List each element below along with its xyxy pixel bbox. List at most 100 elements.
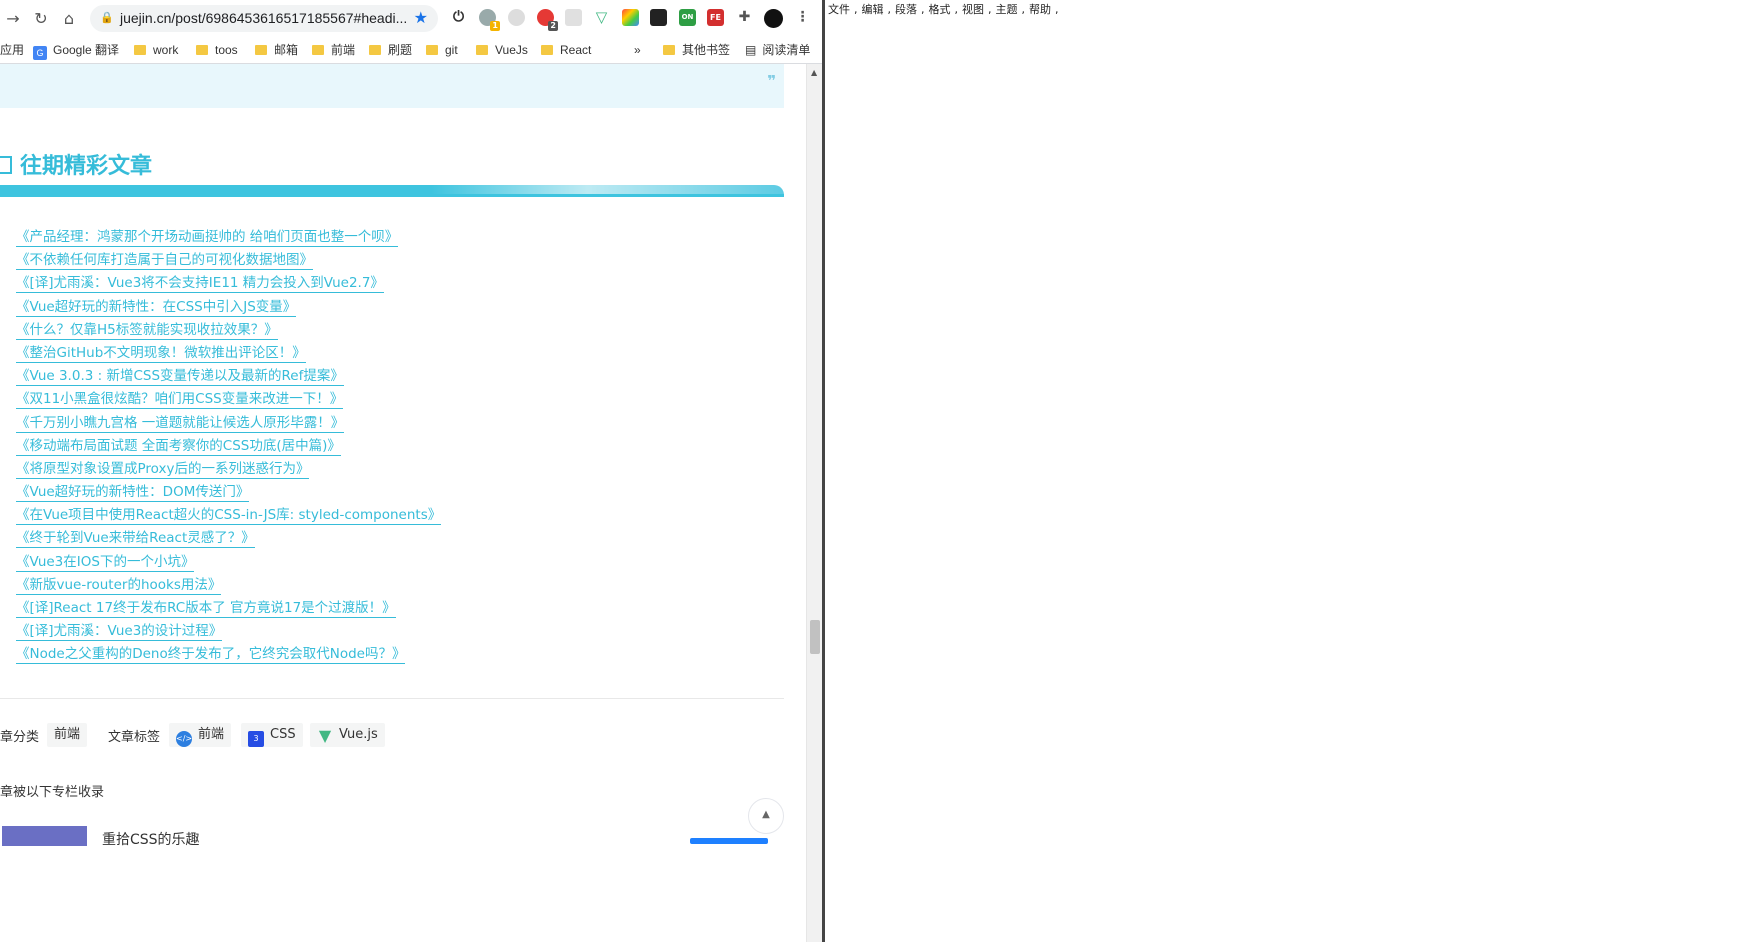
list-item: 《[译]尤雨溪：Vue3的设计过程》 — [16, 621, 441, 644]
article-link[interactable]: 《Vue3在IOS下的一个小坑》 — [16, 553, 195, 572]
folder-icon — [134, 45, 146, 55]
bookmarks-more-button[interactable]: » — [634, 41, 641, 59]
article-link[interactable]: 《在Vue项目中使用React超火的CSS-in-JS库: styled-com… — [16, 507, 442, 526]
back-to-top-button[interactable]: ▲ — [748, 798, 784, 834]
bookmark-work[interactable]: work — [134, 41, 178, 59]
article-link[interactable]: 《[译]尤雨溪：Vue3的设计过程》 — [16, 623, 223, 642]
extension-3-icon[interactable]: 2 — [537, 9, 558, 31]
color-picker-icon[interactable] — [622, 9, 639, 26]
column-cover-image[interactable] — [2, 826, 87, 846]
list-item: 《Vue3在IOS下的一个小坑》 — [16, 552, 441, 575]
menu-item[interactable]: 主题 — [996, 3, 1018, 16]
article-link[interactable]: 《Vue 3.0.3 : 新增CSS变量传递以及最新的Ref提案》 — [16, 368, 344, 387]
google-translate-icon: G — [33, 46, 47, 60]
vue-devtools-icon[interactable]: ▽ — [593, 9, 610, 26]
menu-item[interactable]: 编辑 — [862, 3, 884, 16]
article-link[interactable]: 《双11小黑盒很炫酷？咱们用CSS变量来改进一下！》 — [16, 391, 344, 410]
menu-separator: , — [1021, 3, 1026, 16]
article-link-list: 《产品经理：鸿蒙那个开场动画挺帅的 给咱们页面也整一个呗》 《不依赖任何库打造属于… — [16, 227, 442, 668]
list-item: 《移动端布局面试题 全面考察你的CSS功底(居中篇)》 — [16, 436, 441, 459]
list-item: 《[译]React 17终于发布RC版本了 官方竟说17是个过渡版！》 — [16, 598, 441, 621]
menu-item[interactable]: 文件 — [828, 3, 850, 16]
tags-label: 文章标签 — [108, 730, 161, 745]
browser-toolbar: → ↻ ⌂ 🔒 juejin.cn/post/69864536165171855… — [0, 0, 822, 37]
menu-item[interactable]: 格式 — [929, 3, 951, 16]
folder-icon — [541, 45, 553, 55]
puzzle-icon[interactable]: ✚ — [736, 9, 753, 26]
article-link[interactable]: 《Node之父重构的Deno终于发布了，它终究会取代Node吗？》 — [16, 646, 406, 665]
article-link[interactable]: 《千万别小瞧九宫格 一道题就能让候选人原形毕露！》 — [16, 414, 345, 433]
heading-underline — [0, 185, 784, 197]
forward-icon[interactable]: → — [2, 8, 24, 30]
menu-item[interactable]: 视图 — [962, 3, 984, 16]
bookmark-mail[interactable]: 邮箱 — [255, 41, 298, 59]
article-link[interactable]: 《Vue超好玩的新特性：DOM传送门》 — [16, 484, 250, 503]
article-link[interactable]: 《终于轮到Vue来带给React灵感了？》 — [16, 530, 255, 549]
on-icon[interactable]: ON — [679, 9, 696, 26]
category-tag[interactable]: 前端 — [47, 723, 88, 747]
folder-icon — [426, 45, 438, 55]
article-link[interactable]: 《新版vue-router的hooks用法》 — [16, 576, 222, 595]
tag-frontend[interactable]: </> 前端 — [169, 723, 232, 747]
article-link[interactable]: 《产品经理：鸿蒙那个开场动画挺帅的 给咱们页面也整一个呗》 — [16, 229, 399, 247]
scroll-up-icon[interactable]: ▲ — [811, 68, 817, 77]
home-icon[interactable]: ⌂ — [58, 8, 80, 30]
ghost-icon[interactable] — [650, 9, 667, 26]
menu-separator: , — [1055, 3, 1059, 16]
list-item: 《Vue超好玩的新特性：DOM传送门》 — [16, 482, 441, 505]
scrollbar-thumb[interactable] — [810, 620, 820, 654]
list-item: 《Vue超好玩的新特性：在CSS中引入JS变量》 — [16, 297, 441, 320]
list-item: 《新版vue-router的hooks用法》 — [16, 575, 441, 598]
tag-css[interactable]: 3 CSS — [241, 723, 303, 747]
collected-label: 章被以下专栏收录 — [0, 785, 105, 800]
bookmark-leetcode[interactable]: 刷题 — [369, 41, 412, 59]
power-icon[interactable]: ⏻ — [450, 9, 467, 26]
article-link[interactable]: 《将原型对象设置成Proxy后的一系列迷惑行为》 — [16, 460, 310, 479]
list-item: 《整治GitHub不文明现象！微软推出评论区！》 — [16, 343, 441, 366]
extension-4-icon[interactable] — [565, 9, 582, 26]
bookmark-git[interactable]: git — [426, 41, 458, 59]
article-link[interactable]: 《移动端布局面试题 全面考察你的CSS功底(居中篇)》 — [16, 437, 341, 456]
bookmark-google-translate[interactable]: G Google 翻译 — [33, 41, 119, 60]
extension-2-icon[interactable] — [508, 9, 525, 26]
folder-icon — [196, 45, 208, 55]
article-link[interactable]: 《[译]尤雨溪：Vue3将不会支持IE11 精力会投入到Vue2.7》 — [16, 275, 384, 294]
page-scrollbar[interactable]: ▲ — [806, 64, 822, 942]
page-content: ❞ 往期精彩文章 《产品经理：鸿蒙那个开场动画挺帅的 给咱们页面也整一个呗》 《不… — [0, 64, 806, 942]
list-item: 《产品经理：鸿蒙那个开场动画挺帅的 给咱们页面也整一个呗》 — [16, 227, 441, 250]
article-link[interactable]: 《[译]React 17终于发布RC版本了 官方竟说17是个过渡版！》 — [16, 600, 396, 618]
bookmark-star-icon[interactable]: ★ — [414, 8, 428, 27]
reading-list[interactable]: ▤ 阅读清单 — [745, 41, 810, 59]
list-item: 《什么？仅靠H5标签就能实现收拉效果？》 — [16, 320, 441, 343]
article-link[interactable]: 《什么？仅靠H5标签就能实现收拉效果？》 — [16, 321, 278, 340]
editor-window: 文件, 编辑, 段落, 格式, 视图, 主题, 帮助, — [825, 0, 1757, 942]
menu-kebab-icon[interactable]: ⋮ — [794, 9, 811, 26]
tag-vuejs[interactable]: ▼ Vue.js — [310, 723, 385, 747]
column-title[interactable]: 重拾CSS的乐趣 — [102, 829, 200, 849]
fe-icon[interactable]: FE — [707, 9, 724, 26]
list-item: 《双11小黑盒很炫酷？咱们用CSS变量来改进一下！》 — [16, 389, 441, 412]
subscribe-button[interactable] — [690, 838, 768, 844]
article-link[interactable]: 《Vue超好玩的新特性：在CSS中引入JS变量》 — [16, 298, 297, 317]
bookmark-vuejs[interactable]: VueJs — [476, 41, 528, 59]
list-item: 《终于轮到Vue来带给React灵感了？》 — [16, 528, 441, 551]
extension-1-icon[interactable]: 1 — [479, 9, 500, 31]
menu-separator: , — [854, 3, 858, 16]
bookmark-react[interactable]: React — [541, 41, 591, 59]
menu-separator: , — [921, 3, 925, 16]
menu-item[interactable]: 段落 — [895, 3, 917, 16]
menu-item[interactable]: 帮助 — [1029, 3, 1051, 16]
bookmark-toos[interactable]: toos — [196, 41, 238, 59]
bookmark-apps[interactable]: 应用 — [0, 41, 24, 59]
url-text[interactable]: juejin.cn/post/6986453616517185567#headi… — [120, 10, 407, 26]
bookmark-frontend[interactable]: 前端 — [312, 41, 355, 59]
lock-icon: 🔒 — [100, 11, 114, 24]
address-bar[interactable]: 🔒 juejin.cn/post/6986453616517185567#hea… — [90, 5, 438, 32]
folder-icon — [663, 45, 675, 55]
article-link[interactable]: 《整治GitHub不文明现象！微软推出评论区！》 — [16, 344, 306, 363]
profile-icon[interactable] — [764, 9, 783, 28]
reload-icon[interactable]: ↻ — [30, 8, 52, 30]
category-label: 章分类 — [0, 730, 40, 745]
article-link[interactable]: 《不依赖任何库打造属于自己的可视化数据地图》 — [16, 252, 313, 271]
bookmark-other[interactable]: 其他书签 — [663, 41, 730, 59]
